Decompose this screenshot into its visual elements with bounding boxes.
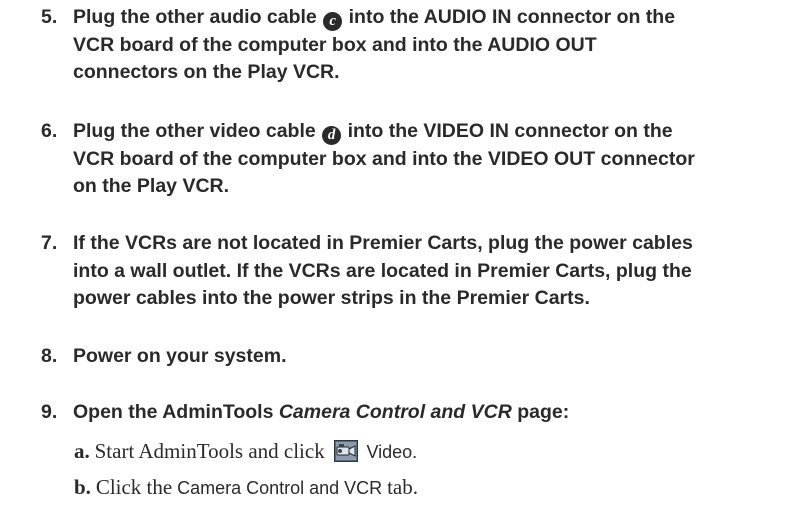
- step-6: 6. Plug the other video cable d into the…: [41, 118, 784, 201]
- tab-name: Camera Control and VCR: [177, 478, 383, 498]
- step-6-line-1: Plug the other video cable d into the VI…: [73, 120, 673, 145]
- step-7-line-2: into a wall outlet. If the VCRs are loca…: [73, 259, 692, 282]
- substep-letter: b.: [74, 475, 91, 499]
- step-5-line-3: connectors on the Play VCR.: [73, 61, 340, 83]
- substep-text: Click the: [95, 475, 173, 499]
- step-7: 7. If the VCRs are not located in Premie…: [41, 230, 784, 313]
- page-name: Camera Control and VCR: [278, 401, 512, 423]
- step-5-line-2: VCR board of the computer box and into t…: [73, 33, 597, 56]
- step-text: into the VIDEO IN connector on the: [347, 120, 673, 142]
- video-camera-icon[interactable]: [333, 440, 358, 472]
- step-text: into the AUDIO IN connector on the: [348, 6, 676, 28]
- step-5: 5. Plug the other audio cable c into the…: [41, 4, 784, 87]
- step-9-line-1: Open the AdminTools Camera Control and V…: [73, 401, 569, 423]
- substep-text: Start AdminTools and click: [94, 439, 325, 463]
- substep-a: a. Start AdminTools and click Video.: [74, 436, 417, 472]
- step-8-line-1: Power on your system.: [73, 345, 287, 367]
- substep-text: tab.: [387, 475, 418, 499]
- step-5-line-1: Plug the other audio cable c into the AU…: [73, 6, 676, 31]
- step-text: Plug the other audio cable: [73, 6, 317, 28]
- step-number: 5.: [41, 6, 58, 28]
- substep-b: b. Click the Camera Control and VCR tab.: [74, 472, 418, 504]
- step-text: Open the AdminTools: [73, 401, 274, 423]
- document-page: 5. Plug the other audio cable c into the…: [0, 0, 796, 509]
- video-link-label: Video.: [366, 442, 418, 462]
- step-number: 6.: [41, 120, 58, 142]
- step-text: page:: [517, 401, 570, 423]
- step-8: 8. Power on your system.: [41, 343, 784, 371]
- step-9: 9. Open the AdminTools Camera Control an…: [41, 399, 784, 427]
- step-text: Plug the other video cable: [73, 120, 316, 142]
- step-7-line-1: If the VCRs are not located in Premier C…: [73, 232, 693, 254]
- step-6-line-3: on the Play VCR.: [73, 175, 230, 197]
- callout-badge-d: d: [322, 126, 342, 145]
- step-6-line-2: VCR board of the computer box and into t…: [73, 147, 695, 170]
- step-7-line-3: power cables into the power strips in th…: [73, 287, 590, 309]
- step-number: 8.: [41, 345, 58, 367]
- substep-letter: a.: [74, 439, 90, 463]
- step-number: 9.: [41, 401, 58, 423]
- callout-badge-c: c: [323, 12, 343, 31]
- step-number: 7.: [41, 232, 58, 254]
